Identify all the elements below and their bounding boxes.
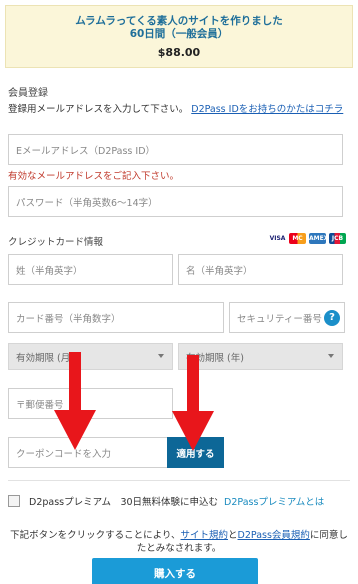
first-name-field[interactable]: 名（半角英字） (178, 254, 343, 285)
product-banner: ムラムラってくる素人のサイトを作りました 60日間（一般会員） $88.00 (5, 5, 353, 68)
security-help-icon[interactable]: ? (324, 310, 340, 326)
intro-text: 登録用メールアドレスを入力して下さい。 (8, 104, 189, 115)
divider (8, 480, 350, 481)
visa-logo-icon: VISA (269, 233, 286, 244)
jcb-logo-icon: JCB (329, 233, 346, 244)
terms-notice: 下記ボタンをクリックすることにより、サイト規約とD2Pass会員規約に同意したと… (8, 529, 350, 555)
password-field[interactable]: パスワード（半角英数6〜14字） (8, 186, 343, 217)
site-terms-link[interactable]: サイト規約 (181, 530, 229, 541)
last-name-field[interactable]: 姓（半角英字） (8, 254, 173, 285)
amex-logo-icon: AMEX (309, 233, 329, 244)
product-title: ムラムラってくる素人のサイトを作りました (75, 15, 283, 27)
chevron-down-icon (328, 354, 334, 358)
email-error: 有効なメールアドレスをご記入下さい。 (8, 171, 180, 182)
premium-checkbox[interactable] (8, 495, 20, 507)
password-placeholder: パスワード（半角英数6〜14字） (16, 197, 158, 209)
registration-title: 会員登録 (8, 88, 48, 99)
premium-info-link[interactable]: D2Passプレミアムとは (224, 494, 324, 508)
terms-prefix: 下記ボタンをクリックすることにより、 (10, 530, 181, 541)
security-code-placeholder: セキュリティー番号 (237, 313, 322, 325)
email-field[interactable]: Eメールアドレス（D2Pass ID） (8, 134, 343, 165)
card-number-placeholder: カード番号（半角数字） (16, 313, 121, 325)
d2pass-login-link[interactable]: D2Pass IDをお持ちのかたはコチラ (191, 104, 343, 115)
product-price: $88.00 (157, 46, 201, 59)
red-arrow-icon (54, 352, 96, 450)
email-placeholder: Eメールアドレス（D2Pass ID） (16, 145, 156, 157)
purchase-button[interactable]: 購入する (92, 558, 258, 584)
product-plan: 60日間（一般会員） (129, 28, 229, 40)
premium-option: D2passプレミアム 30日無料体験に申込む D2Passプレミアムとは (8, 494, 324, 508)
card-number-field[interactable]: カード番号（半角数字） (8, 302, 224, 333)
d2pass-terms-link[interactable]: D2Pass会員規約 (238, 530, 310, 541)
premium-label: D2passプレミアム 30日無料体験に申込む (29, 497, 219, 508)
first-name-placeholder: 名（半角英字） (186, 265, 253, 277)
security-code-field[interactable]: セキュリティー番号 ? (229, 302, 345, 333)
mastercard-logo-icon: MC (289, 233, 306, 244)
red-arrow-icon (172, 355, 214, 451)
last-name-placeholder: 姓（半角英字） (16, 265, 83, 277)
chevron-down-icon (158, 354, 164, 358)
registration-intro: 登録用メールアドレスを入力して下さい。 D2Pass IDをお持ちのかたはコチラ (8, 102, 348, 117)
terms-and: と (228, 530, 238, 541)
credit-card-title: クレジットカード情報 (8, 237, 104, 248)
card-brand-logos: VISA MC AMEX JCB (269, 233, 346, 244)
